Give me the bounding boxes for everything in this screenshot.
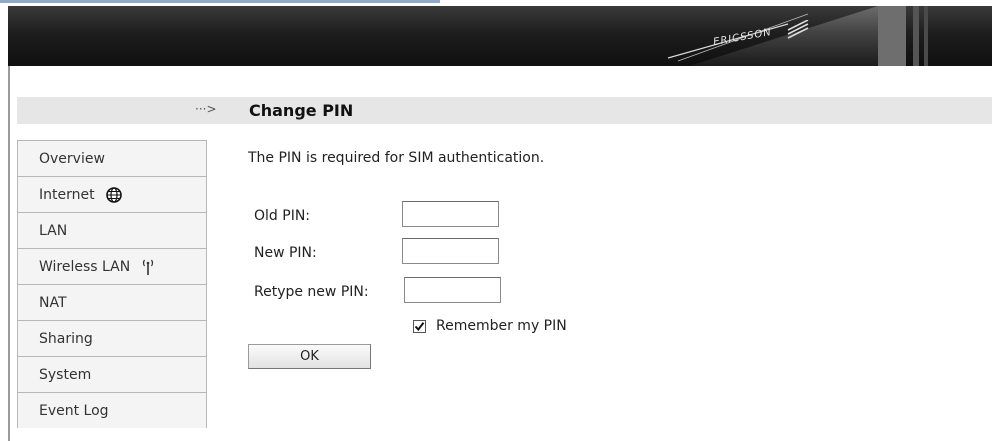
sidebar-item-system[interactable]: System — [18, 356, 206, 392]
banner-bar — [878, 6, 906, 66]
sidebar-item-wireless-lan[interactable]: Wireless LAN — [18, 248, 206, 284]
ok-button[interactable]: OK — [248, 344, 371, 369]
page-description: The PIN is required for SIM authenticati… — [248, 150, 545, 166]
sidebar-item-nat[interactable]: NAT — [18, 284, 206, 320]
ok-button-label: OK — [300, 349, 319, 364]
sidebar-item-label: Overview — [39, 150, 105, 167]
sidebar-item-sharing[interactable]: Sharing — [18, 320, 206, 356]
banner-bar — [913, 6, 919, 66]
wireless-antenna-icon — [140, 258, 156, 276]
globe-icon — [105, 186, 123, 204]
sidebar-item-label: Wireless LAN — [39, 258, 131, 275]
ericsson-logo-icon — [787, 20, 809, 39]
sidebar-nav: Overview Internet LAN Wireless LAN NAT S… — [17, 140, 207, 428]
new-pin-input[interactable] — [402, 238, 499, 264]
sidebar-item-label: LAN — [39, 222, 68, 239]
sidebar-item-label: Internet — [39, 186, 95, 203]
frame-border — [8, 6, 10, 441]
remember-pin-label: Remember my PIN — [436, 318, 567, 334]
new-pin-label: New PIN: — [254, 245, 317, 261]
sidebar-item-label: Event Log — [39, 402, 109, 419]
checkmark-icon — [414, 322, 425, 332]
sidebar-item-overview[interactable]: Overview — [18, 140, 206, 176]
remember-pin-checkbox[interactable] — [413, 320, 426, 333]
old-pin-input[interactable] — [402, 201, 499, 227]
retype-pin-input[interactable] — [404, 277, 501, 303]
sidebar-item-label: Sharing — [39, 330, 93, 347]
title-bar: ···> Change PIN — [17, 97, 992, 124]
breadcrumb-arrow-icon: ···> — [195, 102, 217, 116]
sidebar-item-lan[interactable]: LAN — [18, 212, 206, 248]
sidebar-item-label: System — [39, 366, 92, 383]
sidebar-item-event-log[interactable]: Event Log — [18, 392, 206, 428]
banner-bar — [924, 6, 928, 66]
top-accent-line — [0, 0, 440, 3]
sidebar-item-label: NAT — [39, 294, 67, 311]
header-banner: ERICSSON — [8, 6, 992, 66]
old-pin-label: Old PIN: — [254, 208, 311, 224]
sidebar-item-internet[interactable]: Internet — [18, 176, 206, 212]
page-title: Change PIN — [249, 101, 354, 120]
retype-pin-label: Retype new PIN: — [254, 284, 369, 300]
